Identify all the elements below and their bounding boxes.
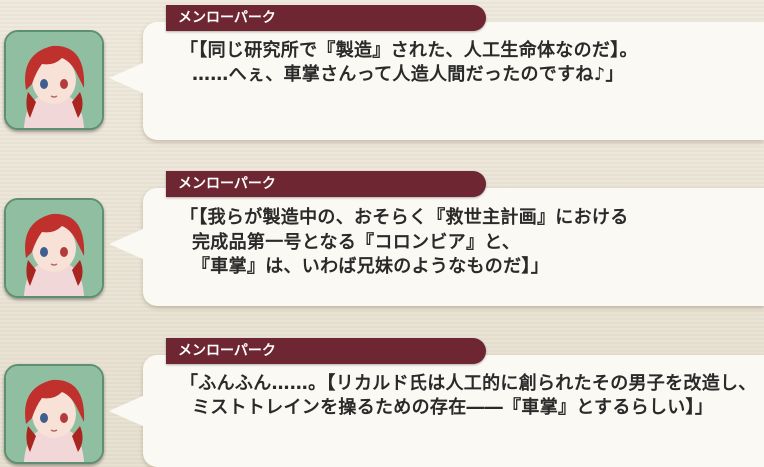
dialogue-line: 「【同じ研究所で『製造』された、人工生命体なのだ】。 xyxy=(180,40,638,61)
character-portrait-icon[interactable] xyxy=(4,364,104,464)
dialogue-line: 「【我らが製造中の、おそらく『救世主計画』における xyxy=(180,207,629,228)
dialogue-line: ……へぇ、車掌さんって人造人間だったのですね♪」 xyxy=(192,64,624,85)
dialogue-line: ミストトレインを操るための存在――『車掌』とするらしい】」 xyxy=(192,397,714,418)
character-portrait-icon[interactable] xyxy=(4,198,104,298)
dialogue-line: 「ふんふん……。【リカルド氏は人工的に創られたその男子を改造し、 xyxy=(180,373,757,394)
speaker-nameplate: メンローパーク xyxy=(166,338,486,364)
character-portrait-icon[interactable] xyxy=(4,30,104,130)
dialogue-line: 完成品第一号となる『コロンビア』と、 xyxy=(192,232,521,253)
dialogue-line: 『車掌』は、いわば兄妹のようなものだ】」 xyxy=(192,256,549,277)
speaker-nameplate: メンローパーク xyxy=(166,171,486,197)
speaker-nameplate: メンローパーク xyxy=(166,5,486,31)
